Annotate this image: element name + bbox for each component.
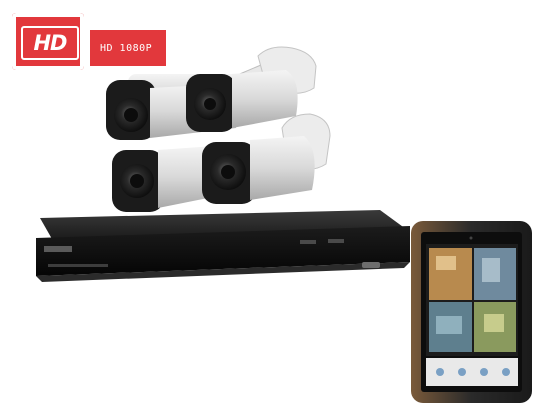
- video-feed-1: [429, 248, 472, 300]
- app-playback-icon: [480, 368, 488, 376]
- app-camera-icon: [458, 368, 466, 376]
- front-camera-icon: [469, 236, 473, 240]
- usb-port-icon: [362, 262, 380, 268]
- product-scene: [36, 46, 532, 403]
- dvr-brand-plate: [44, 246, 72, 252]
- dvr-recorder: [36, 210, 410, 282]
- tablet: [411, 221, 532, 403]
- product-image: HD HD 1080P: [0, 0, 537, 403]
- app-home-icon: [436, 368, 444, 376]
- app-settings-icon: [502, 368, 510, 376]
